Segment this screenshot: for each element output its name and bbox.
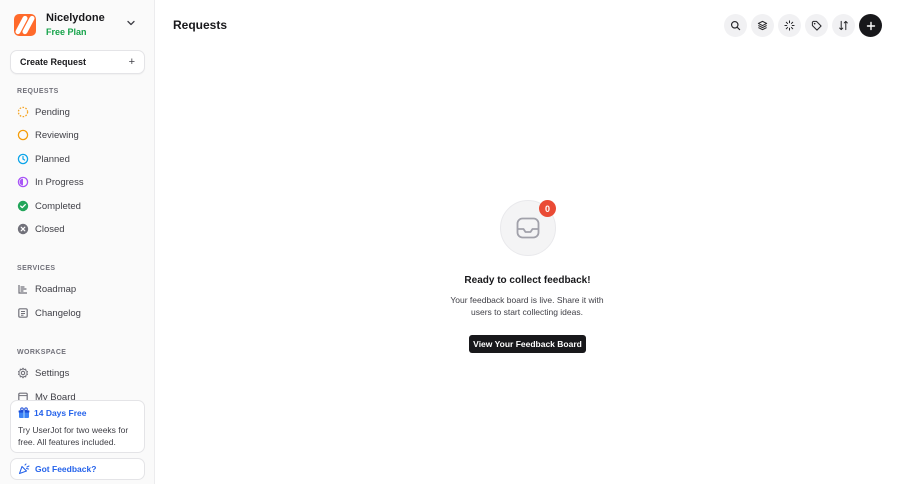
sidebar-item-label: Roadmap: [35, 283, 77, 295]
gear-icon: [17, 367, 29, 379]
plus-icon: +: [128, 56, 135, 68]
promo-title: 14 Days Free: [34, 408, 87, 418]
section-label-requests: REQUESTS: [17, 88, 59, 95]
clock-icon: [17, 153, 29, 165]
x-circle-icon: [17, 223, 29, 235]
sidebar-item-label: Reviewing: [35, 129, 79, 141]
trial-promo-card[interactable]: 14 Days Free Try UserJot for two weeks f…: [10, 400, 145, 453]
plan-label: Free Plan: [46, 26, 87, 37]
sidebar-item-settings[interactable]: Settings: [10, 362, 145, 384]
sidebar-item-planned[interactable]: Planned: [10, 148, 145, 170]
workspace-switcher[interactable]: Nicelydone Free Plan: [14, 11, 144, 39]
sidebar-item-pending[interactable]: Pending: [10, 101, 145, 123]
sidebar-item-label: In Progress: [35, 176, 84, 188]
sidebar-item-changelog[interactable]: Changelog: [10, 302, 145, 324]
sidebar-item-completed[interactable]: Completed: [10, 195, 145, 217]
section-label-workspace: WORKSPACE: [17, 349, 67, 356]
empty-state-description: Your feedback board is live. Share it wi…: [450, 295, 604, 317]
gift-icon: [18, 407, 30, 419]
request-count-badge: 0: [539, 200, 556, 217]
sidebar-item-roadmap[interactable]: Roadmap: [10, 278, 145, 300]
dashed-circle-icon: [17, 106, 29, 118]
sidebar-item-closed[interactable]: Closed: [10, 218, 145, 240]
promo-text: Try UserJot for two weeks for free. All …: [18, 425, 129, 447]
half-circle-icon: [17, 176, 29, 188]
workspace-name: Nicelydone: [46, 11, 105, 24]
got-feedback-button[interactable]: Got Feedback?: [10, 458, 145, 480]
sidebar-item-label: Planned: [35, 153, 70, 165]
sidebar-item-reviewing[interactable]: Reviewing: [10, 124, 145, 146]
chevron-down-icon[interactable]: [126, 18, 136, 28]
sidebar-item-label: Changelog: [35, 307, 81, 319]
sidebar-item-label: Settings: [35, 367, 70, 379]
check-circle-icon: [17, 200, 29, 212]
sidebar-item-in-progress[interactable]: In Progress: [10, 171, 145, 193]
changelog-icon: [17, 307, 29, 319]
brand-logo-icon: [14, 14, 36, 36]
roadmap-icon: [17, 283, 29, 295]
main-content: 0 Ready to collect feedback! Your feedba…: [155, 0, 900, 484]
empty-state-title: Ready to collect feedback!: [464, 275, 591, 286]
circle-icon: [17, 129, 29, 141]
inbox-icon: [516, 217, 540, 239]
sidebar-item-label: Pending: [35, 106, 70, 118]
sidebar: Nicelydone Free Plan Create Request + RE…: [0, 0, 155, 484]
sidebar-item-label: Closed: [35, 223, 65, 235]
sidebar-item-label: Completed: [35, 200, 81, 212]
got-feedback-label: Got Feedback?: [35, 464, 97, 474]
view-feedback-board-button[interactable]: View Your Feedback Board: [469, 335, 586, 353]
megaphone-icon: [18, 463, 30, 475]
section-label-services: SERVICES: [17, 265, 56, 272]
create-request-label: Create Request: [20, 57, 87, 67]
create-request-button[interactable]: Create Request +: [10, 50, 145, 74]
